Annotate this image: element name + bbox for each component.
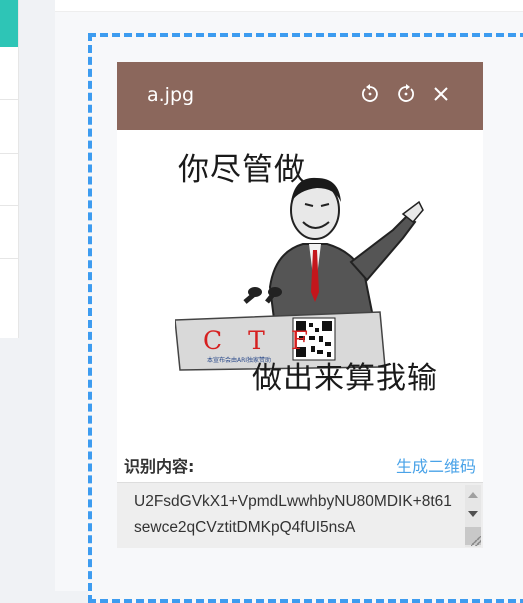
generate-qr-link[interactable]: 生成二维码 xyxy=(396,453,476,477)
result-label: 识别内容: xyxy=(124,457,195,476)
sidebar xyxy=(0,0,19,338)
result-header: 识别内容: 生成二维码 xyxy=(124,452,476,477)
sidebar-divider xyxy=(0,205,18,206)
file-name: a.jpg xyxy=(147,84,195,106)
sidebar-active-item[interactable] xyxy=(0,0,18,47)
layout-gutter xyxy=(19,0,55,591)
result-textarea[interactable]: U2FsdGVkX1+VpmdLwwhbyNU80MDIK+8t61sewce2… xyxy=(117,482,483,548)
scroll-down-icon[interactable] xyxy=(468,511,478,517)
resize-grip-icon[interactable] xyxy=(471,536,481,546)
rotate-right-icon[interactable] xyxy=(395,83,417,105)
rotate-left-icon[interactable] xyxy=(359,83,381,105)
top-bar xyxy=(55,0,523,12)
result-text[interactable]: U2FsdGVkX1+VpmdLwwhbyNU80MDIK+8t61sewce2… xyxy=(134,489,454,541)
sidebar-divider xyxy=(0,258,18,259)
image-viewer-card: a.jpg 你尽管做 C T F 本宣布会由ARI独家赞助 做出来算我输 识别内… xyxy=(117,62,483,548)
sidebar-divider xyxy=(0,99,18,100)
uploaded-image: 你尽管做 C T F 本宣布会由ARI独家赞助 做出来算我输 xyxy=(175,152,437,399)
sidebar-divider xyxy=(0,153,18,154)
close-icon[interactable] xyxy=(430,83,452,105)
scroll-up-icon[interactable] xyxy=(468,492,478,498)
image-bottom-text: 做出来算我输 xyxy=(252,361,438,396)
image-podium-text: C T F xyxy=(203,326,318,355)
viewer-header: a.jpg xyxy=(117,62,483,130)
